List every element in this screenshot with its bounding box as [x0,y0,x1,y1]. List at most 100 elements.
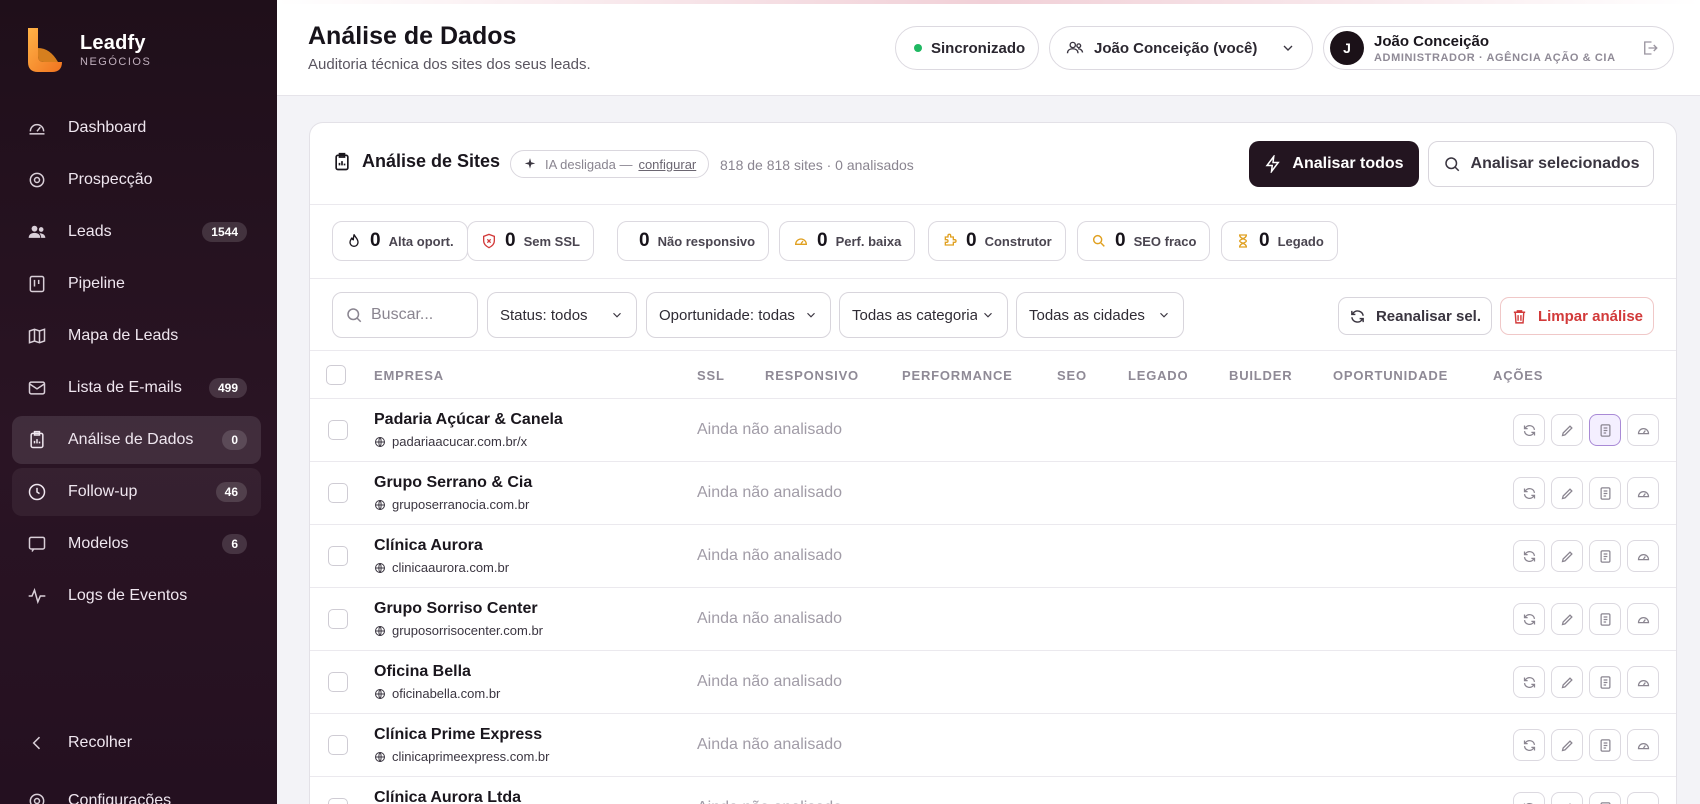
sync-status-badge[interactable]: Sincronizado [895,26,1039,70]
column-header[interactable]: PERFORMANCE [902,368,1013,383]
reanalyze-row-button[interactable] [1513,540,1545,572]
configure-ia-link[interactable]: configurar [638,157,696,172]
column-header[interactable]: BUILDER [1229,368,1292,383]
row-checkbox[interactable] [328,420,348,440]
stat-perf-baixa[interactable]: 0 Perf. baixa [779,221,916,261]
sidebar-item-follow-up[interactable]: Follow-up 46 [12,468,261,516]
stat-legado[interactable]: 0 Legado [1221,221,1338,261]
sidebar-item-lista-de-emails[interactable]: Lista de E-mails 499 [12,364,261,412]
table-row[interactable]: Clínica Prime Express clinicaprimeexpres… [310,714,1676,777]
stat-value: 0 [1115,230,1126,251]
clear-analysis-button[interactable]: Limpar análise [1500,297,1654,335]
edit-row-button[interactable] [1551,666,1583,698]
stat-seo-fraco[interactable]: 0 SEO fraco [1077,221,1211,261]
opportunity-filter[interactable]: Oportunidade: todas [646,292,831,338]
table-row[interactable]: Grupo Sorriso Center gruposorrisocenter.… [310,588,1676,651]
company-url[interactable]: padariaacucar.com.br/x [374,434,527,449]
chevron-down-icon [1153,308,1171,326]
report-row-button[interactable] [1589,792,1621,804]
table-row[interactable]: Oficina Bella oficinabella.com.br Ainda … [310,651,1676,714]
sidebar-item-leads[interactable]: Leads 1544 [12,208,261,256]
company-url[interactable]: gruposorrisocenter.com.br [374,623,543,638]
brand[interactable]: Leadfy NEGÓCIOS [24,26,151,74]
edit-row-button[interactable] [1551,729,1583,761]
stat-alta-oportunidade[interactable]: 0 Alta oport. [332,221,468,261]
edit-row-button[interactable] [1551,792,1583,804]
user-profile[interactable]: J João Conceição ADMINISTRADOR · AGÊNCIA… [1323,26,1674,70]
search-input[interactable]: Buscar... [332,292,478,338]
row-checkbox[interactable] [328,483,348,503]
reanalyze-row-button[interactable] [1513,729,1545,761]
stat-nao-responsivo[interactable]: 0 Não responsivo [617,221,770,261]
company-url[interactable]: clinicaaurora.com.br [374,560,509,575]
column-header[interactable]: EMPRESA [374,368,444,383]
stat-sem-ssl[interactable]: 0 Sem SSL [467,221,594,261]
performance-row-button[interactable] [1627,540,1659,572]
reanalyze-selected-button[interactable]: Reanalisar sel. [1338,297,1492,335]
sidebar-item-modelos[interactable]: Modelos 6 [12,520,261,568]
row-checkbox[interactable] [328,735,348,755]
reanalyze-row-button[interactable] [1513,603,1545,635]
sidebar-item-analise-de-dados[interactable]: Análise de Dados 0 [12,416,261,464]
settings-button[interactable]: Configurações [26,790,171,804]
table-row[interactable]: Clínica Aurora clinicaaurora.com.br Aind… [310,525,1676,588]
report-row-button[interactable] [1589,540,1621,572]
edit-row-button[interactable] [1551,603,1583,635]
row-checkbox[interactable] [328,546,348,566]
performance-row-button[interactable] [1627,603,1659,635]
row-actions [1513,729,1665,761]
column-header[interactable]: SSL [697,368,725,383]
sidebar-item-dashboard[interactable]: Dashboard [12,104,261,152]
stat-construtor[interactable]: 0 Construtor [928,221,1066,261]
performance-row-button[interactable] [1627,792,1659,804]
performance-row-button[interactable] [1627,666,1659,698]
report-icon [1600,612,1610,626]
company-name: Clínica Prime Express [374,726,543,743]
reanalyze-row-button[interactable] [1513,666,1545,698]
status-filter[interactable]: Status: todos [487,292,637,338]
table-row[interactable]: Padaria Açúcar & Canela padariaacucar.co… [310,399,1676,462]
reanalyze-row-button[interactable] [1513,477,1545,509]
row-checkbox[interactable] [328,609,348,629]
collapse-sidebar-button[interactable]: Recolher [26,732,132,754]
category-filter[interactable]: Todas as categorias [839,292,1008,338]
row-checkbox[interactable] [328,798,348,804]
sidebar-item-label: Lista de E-mails [68,379,182,396]
reanalyze-label: Reanalisar sel. [1375,307,1482,325]
reanalyze-row-button[interactable] [1513,792,1545,804]
sidebar-item-prospeccao[interactable]: Prospecção [12,156,261,204]
column-header[interactable]: RESPONSIVO [765,368,859,383]
logout-icon[interactable] [1641,39,1659,61]
report-row-button[interactable] [1589,603,1621,635]
city-filter[interactable]: Todas as cidades [1016,292,1184,338]
column-header[interactable]: OPORTUNIDADE [1333,368,1448,383]
performance-row-button[interactable] [1627,414,1659,446]
sidebar-item-mapa-de-leads[interactable]: Mapa de Leads [12,312,261,360]
analyze-selected-button[interactable]: Analisar selecionados [1428,141,1654,187]
company-url[interactable]: gruposerranocia.com.br [374,497,529,512]
column-header[interactable]: LEGADO [1128,368,1188,383]
report-row-button[interactable] [1589,729,1621,761]
report-row-button[interactable] [1589,477,1621,509]
report-row-button[interactable] [1589,666,1621,698]
edit-row-button[interactable] [1551,477,1583,509]
select-all-checkbox[interactable] [326,365,346,385]
sidebar-item-pipeline[interactable]: Pipeline [12,260,261,308]
row-actions [1513,666,1665,698]
report-row-button[interactable] [1589,414,1621,446]
edit-row-button[interactable] [1551,414,1583,446]
edit-row-button[interactable] [1551,540,1583,572]
performance-row-button[interactable] [1627,729,1659,761]
row-checkbox[interactable] [328,672,348,692]
sidebar-item-logs-de-eventos[interactable]: Logs de Eventos [12,572,261,620]
company-url[interactable]: clinicaprimeexpress.com.br [374,749,550,764]
column-header[interactable]: SEO [1057,368,1087,383]
user-selector[interactable]: João Conceição (você) [1049,26,1313,70]
brand-name: Leadfy [80,32,146,54]
table-row[interactable]: Grupo Serrano & Cia gruposerranocia.com.… [310,462,1676,525]
performance-row-button[interactable] [1627,477,1659,509]
company-url[interactable]: oficinabella.com.br [374,686,500,701]
reanalyze-row-button[interactable] [1513,414,1545,446]
analyze-all-button[interactable]: Analisar todos [1249,141,1419,187]
table-row[interactable]: Clínica Aurora Ltda Ainda não analisado [310,777,1676,804]
